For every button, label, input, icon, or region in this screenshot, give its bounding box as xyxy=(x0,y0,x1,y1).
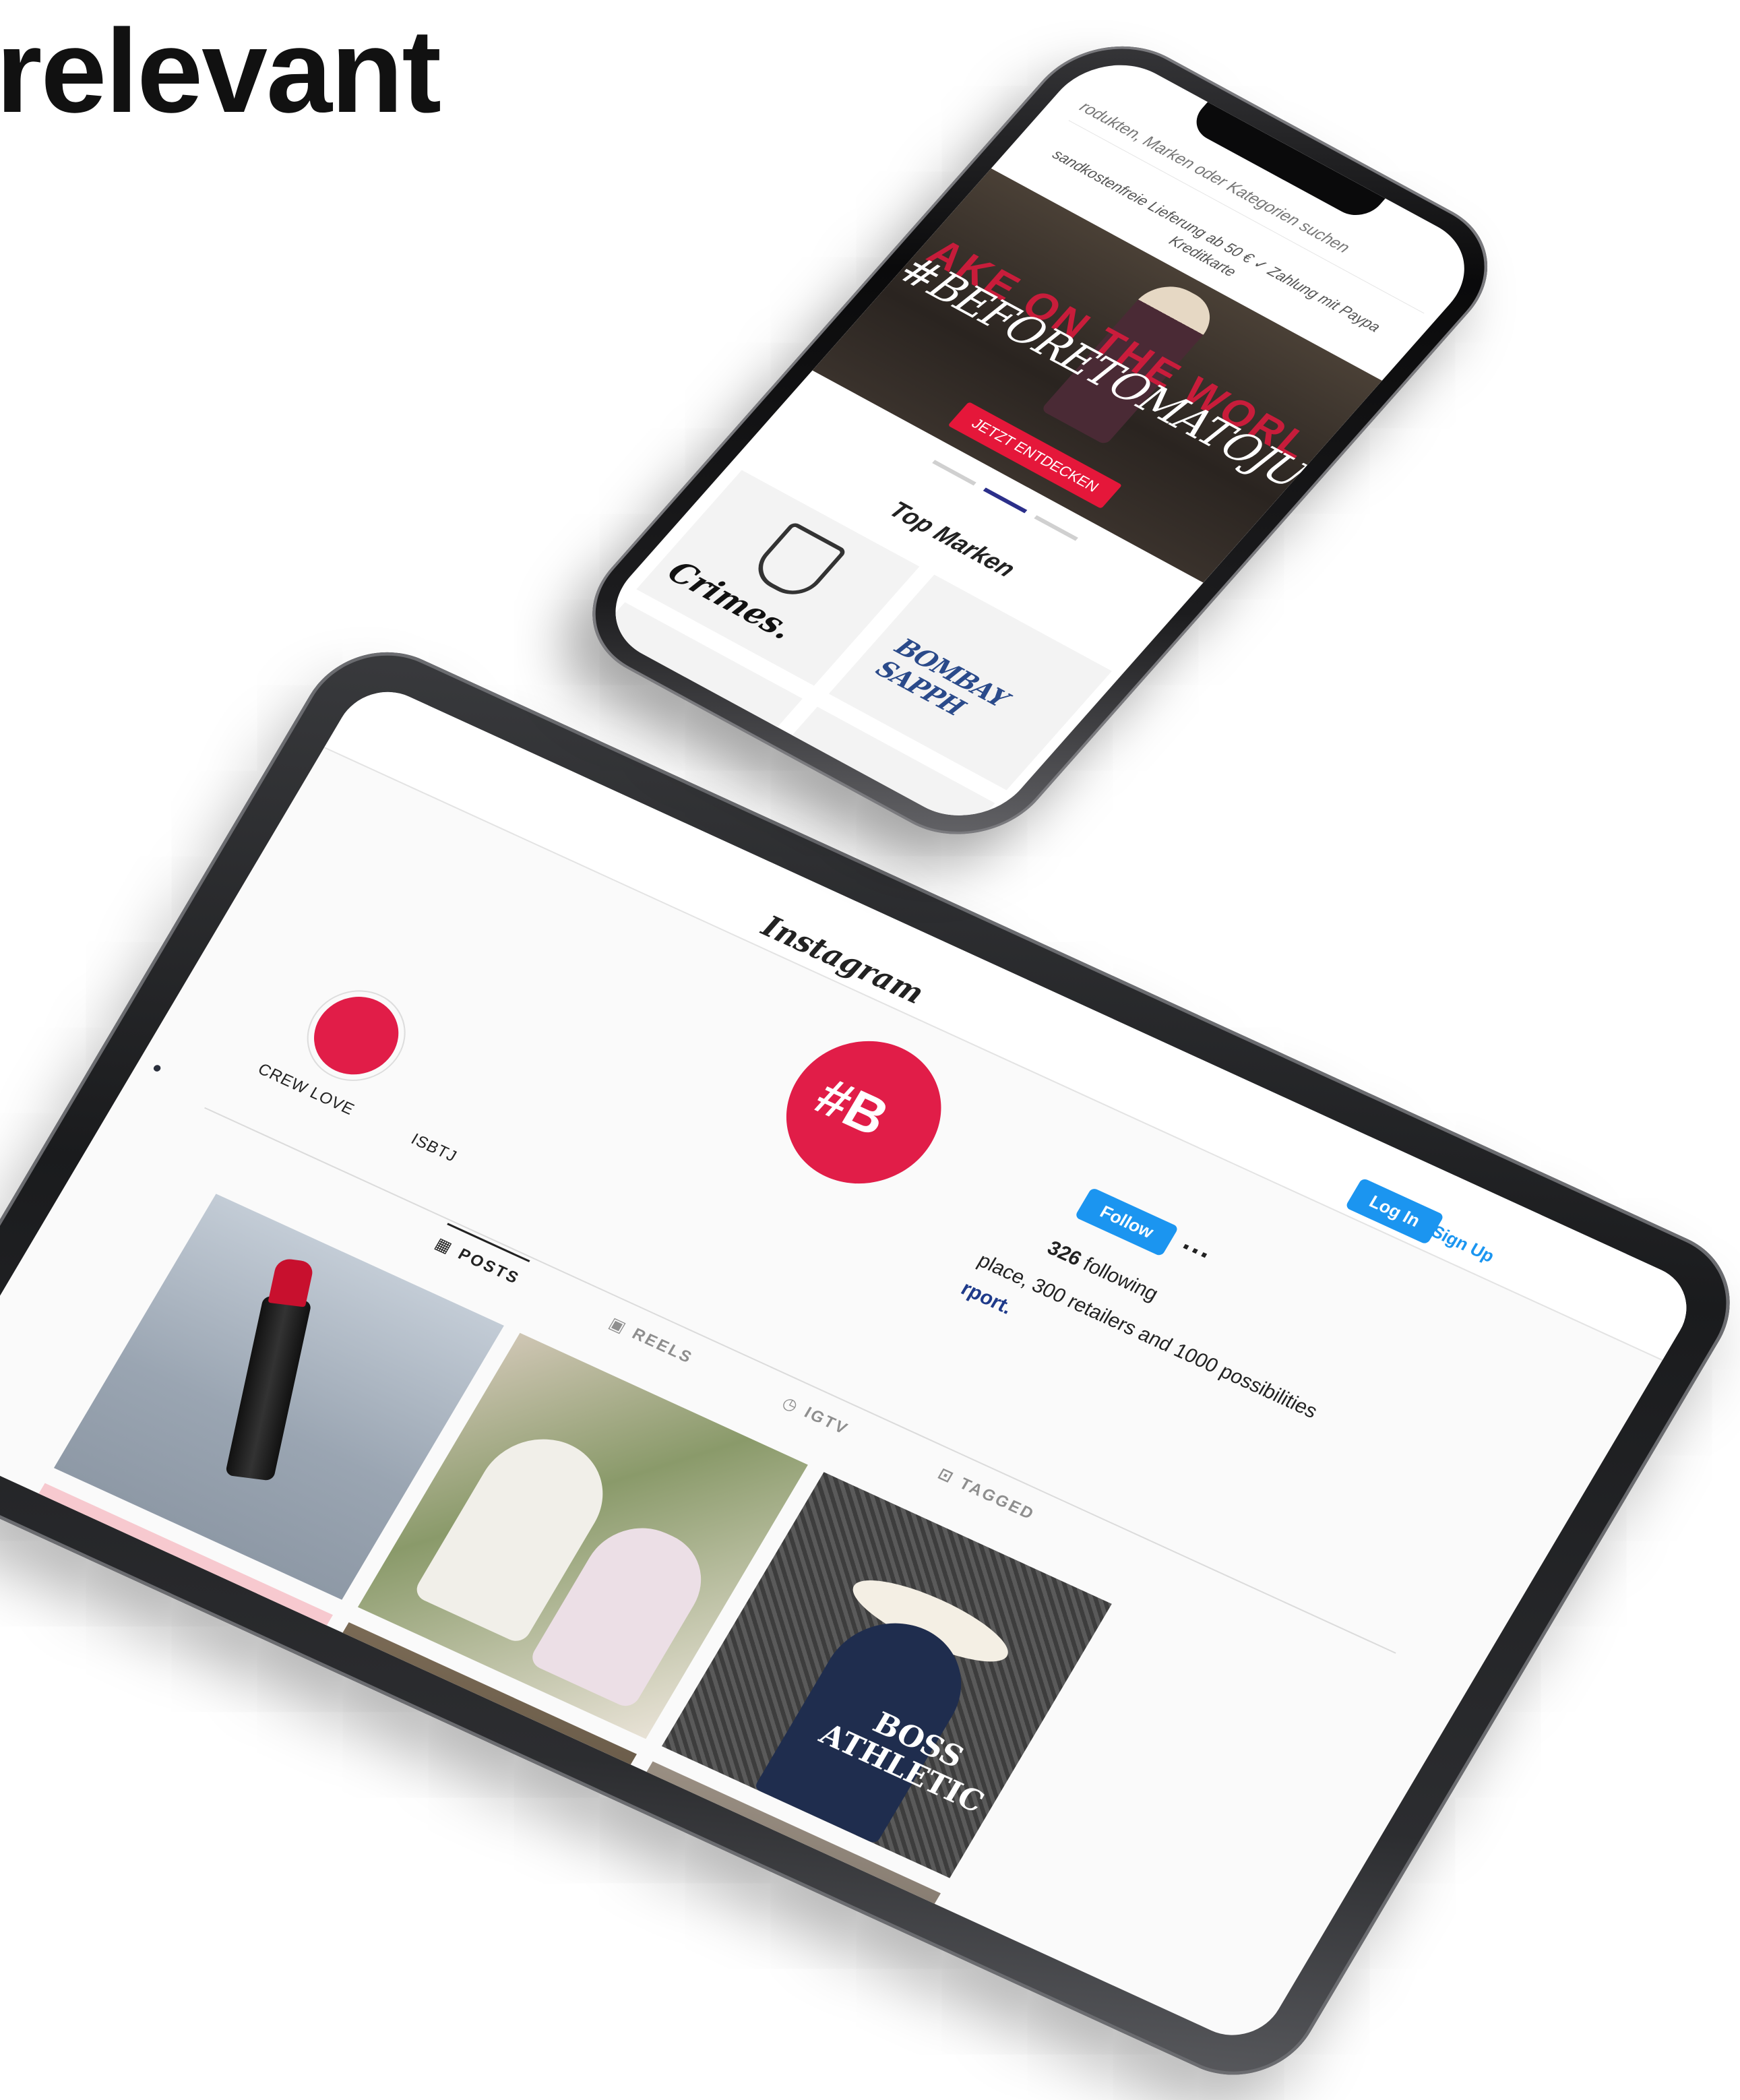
tablet-device: Instagram Log In Sign Up #B Follow ··· 3… xyxy=(0,627,1740,2100)
story-highlight[interactable] xyxy=(299,983,414,1088)
brand-name: BOMBAY SAPPH xyxy=(869,633,1015,721)
more-options-icon[interactable]: ··· xyxy=(1173,1231,1218,1272)
headline: relevant xyxy=(0,5,441,137)
profile-bio: place, 300 retailers and 1000 possibilit… xyxy=(973,1249,1322,1423)
profile-avatar[interactable]: #B xyxy=(758,1017,970,1208)
win-ring-graphic xyxy=(0,1552,287,1863)
carousel-dot[interactable] xyxy=(932,460,976,486)
tab-tagged-label: TAGGED xyxy=(956,1474,1038,1524)
following-label: following xyxy=(1079,1253,1162,1305)
front-camera xyxy=(152,1063,162,1073)
igtv-icon: ◷ xyxy=(778,1393,803,1417)
phone-device: rodukten, Marken oder Kategorien suchen … xyxy=(556,19,1524,862)
tab-tagged[interactable]: ⊡ TAGGED xyxy=(934,1464,1038,1524)
tab-posts-label: POSTS xyxy=(455,1245,524,1288)
signup-link[interactable]: Sign Up xyxy=(1427,1221,1498,1267)
tab-igtv-label: IGTV xyxy=(801,1403,852,1438)
posts-grid: BOSS ATHLETIC xyxy=(0,1194,1112,2051)
tablet-screen: Instagram Log In Sign Up #B Follow ··· 3… xyxy=(0,677,1704,2051)
reels-icon: ▣ xyxy=(605,1314,631,1338)
carousel-dot-active[interactable] xyxy=(983,487,1028,514)
follow-button[interactable]: Follow xyxy=(1074,1187,1179,1257)
instagram-logo[interactable]: Instagram xyxy=(756,909,930,1010)
tagged-icon: ⊡ xyxy=(934,1464,958,1487)
glasses-shape xyxy=(303,1673,476,1830)
story-highlight-label-2: ISBTJ xyxy=(408,1130,460,1166)
phone-screen: rodukten, Marken oder Kategorien suchen … xyxy=(588,44,1492,837)
crest-icon xyxy=(746,521,848,604)
lipstick-icon xyxy=(224,1295,312,1481)
tab-reels[interactable]: ▣ REELS xyxy=(605,1314,697,1367)
tab-reels-label: REELS xyxy=(629,1324,697,1367)
carousel-dot[interactable] xyxy=(1034,515,1078,541)
following-number: 326 xyxy=(1043,1237,1086,1270)
grid-icon: ▦ xyxy=(431,1234,457,1258)
tab-posts[interactable]: ▦ POSTS xyxy=(431,1223,530,1289)
